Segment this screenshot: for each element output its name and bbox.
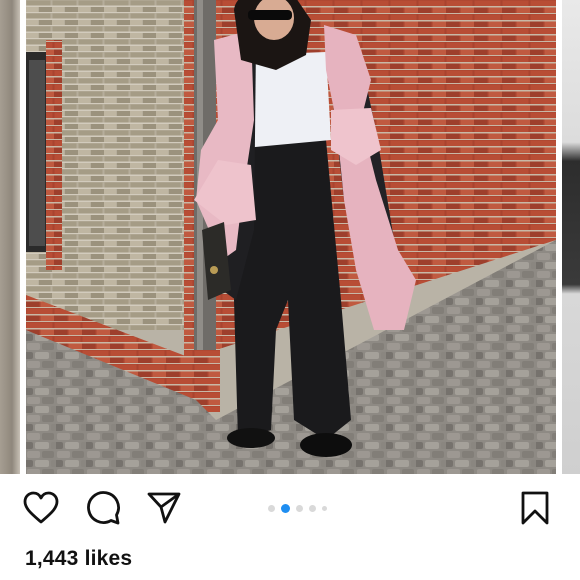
post-image-carousel[interactable] — [0, 0, 580, 474]
save-button[interactable] — [513, 486, 557, 530]
post-photo[interactable] — [26, 0, 556, 474]
carousel-indicator — [268, 504, 327, 513]
carousel-dot — [309, 505, 316, 512]
paper-plane-icon — [147, 492, 181, 524]
previous-slide-peek[interactable] — [0, 0, 20, 474]
heart-icon — [23, 491, 59, 524]
bookmark-icon — [521, 491, 549, 525]
next-slide-peek[interactable] — [562, 0, 580, 474]
carousel-dot — [322, 506, 327, 511]
like-button[interactable] — [19, 486, 63, 530]
carousel-dot — [281, 504, 290, 513]
post-action-bar — [0, 486, 580, 536]
likes-count[interactable]: 1,443 likes — [25, 547, 132, 571]
carousel-dot — [296, 505, 303, 512]
carousel-dot — [268, 505, 275, 512]
comment-bubble-icon — [87, 491, 120, 525]
post-photo-illustration — [26, 0, 556, 474]
comment-button[interactable] — [81, 486, 125, 530]
share-button[interactable] — [142, 486, 186, 530]
